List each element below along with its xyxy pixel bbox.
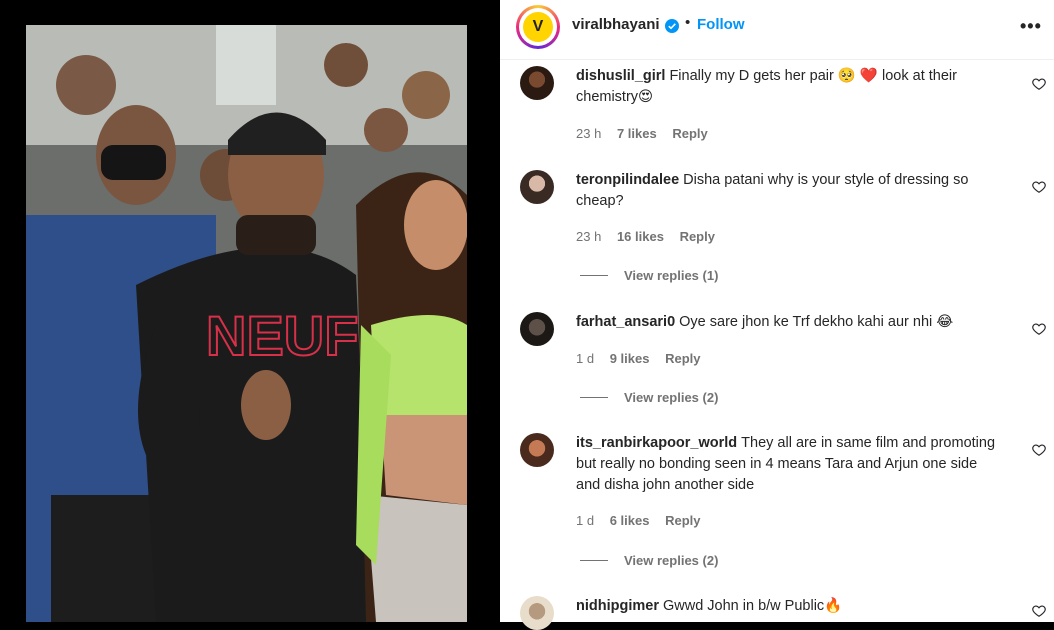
comment-time: 1 d (576, 351, 595, 366)
view-replies-button[interactable]: View replies (2) (580, 390, 718, 405)
comments-panel: V viralbhayani • Follow ••• dishuslil_gi… (500, 0, 1054, 630)
comment-time: 1 d (576, 513, 595, 528)
replies-divider (580, 275, 608, 276)
verified-icon (665, 19, 679, 33)
comment-likes[interactable]: 9 likes (610, 351, 650, 366)
heart-icon[interactable] (1032, 443, 1046, 457)
reply-button[interactable]: Reply (665, 351, 700, 366)
view-replies-label[interactable]: View replies (2) (624, 390, 718, 405)
comment-meta: 23 h 7 likes Reply (576, 126, 720, 141)
comment-likes[interactable]: 6 likes (610, 513, 650, 528)
comment-text-block: nidhipgimer Gwwd John in b/w Public🔥 (576, 596, 996, 617)
owner-username[interactable]: viralbhayani (572, 16, 660, 33)
header-separator: • (685, 14, 691, 31)
comment-meta: 23 h 16 likes Reply (576, 229, 727, 244)
owner-avatar[interactable]: V (516, 5, 560, 49)
reply-button[interactable]: Reply (680, 229, 715, 244)
comment-text-block: farhat_ansari0 Oye sare jhon ke Trf dekho… (576, 312, 996, 333)
view-replies-label[interactable]: View replies (2) (624, 553, 718, 568)
heart-icon[interactable] (1032, 604, 1046, 618)
more-options-icon[interactable]: ••• (1020, 16, 1042, 37)
media-pane: NEUF (0, 0, 500, 622)
heart-icon[interactable] (1032, 322, 1046, 336)
post-header: V viralbhayani • Follow ••• (500, 0, 1054, 60)
comment-username[interactable]: farhat_ansari0 (576, 314, 675, 330)
comment-meta: 1 d 9 likes Reply (576, 351, 713, 366)
replies-divider (580, 397, 608, 398)
comment-username[interactable]: dishuslil_girl (576, 68, 665, 84)
comment-text: Gwwd John in b/w Public🔥 (662, 598, 843, 614)
comment-username[interactable]: its_ranbirkapoor_world (576, 435, 737, 451)
view-replies-button[interactable]: View replies (2) (580, 553, 718, 568)
replies-divider (580, 560, 608, 561)
video-still: NEUF (26, 25, 467, 622)
comment-time: 23 h (576, 126, 602, 141)
comment-time: 23 h (576, 229, 602, 244)
comment-username[interactable]: nidhipgimer (576, 598, 659, 614)
comment-meta: 1 d 6 likes Reply (576, 513, 713, 528)
heart-icon[interactable] (1032, 77, 1046, 91)
view-replies-button[interactable]: View replies (1) (580, 268, 718, 283)
comment-text-block: dishuslil_girl Finally my D gets her pair… (576, 66, 996, 108)
view-replies-label[interactable]: View replies (1) (624, 268, 718, 283)
comment-likes[interactable]: 16 likes (617, 229, 664, 244)
reply-button[interactable]: Reply (672, 126, 707, 141)
comment-likes[interactable]: 7 likes (617, 126, 657, 141)
commenter-avatar[interactable] (520, 433, 554, 467)
shirt-print: NEUF (206, 304, 358, 367)
heart-icon[interactable] (1032, 180, 1046, 194)
commenter-avatar[interactable] (520, 596, 554, 630)
commenter-avatar[interactable] (520, 312, 554, 346)
commenter-avatar[interactable] (520, 170, 554, 204)
commenter-avatar[interactable] (520, 66, 554, 100)
follow-button[interactable]: Follow (697, 16, 745, 33)
post-video[interactable]: NEUF (26, 25, 467, 622)
comment-text-block: teronpilindalee Disha patani why is your … (576, 170, 996, 212)
comment-text-block: its_ranbirkapoor_world They all are in sa… (576, 433, 996, 496)
comment-text: Oye sare jhon ke Trf dekho kahi aur nhi … (679, 314, 954, 330)
reply-button[interactable]: Reply (665, 513, 700, 528)
comment-username[interactable]: teronpilindalee (576, 172, 679, 188)
